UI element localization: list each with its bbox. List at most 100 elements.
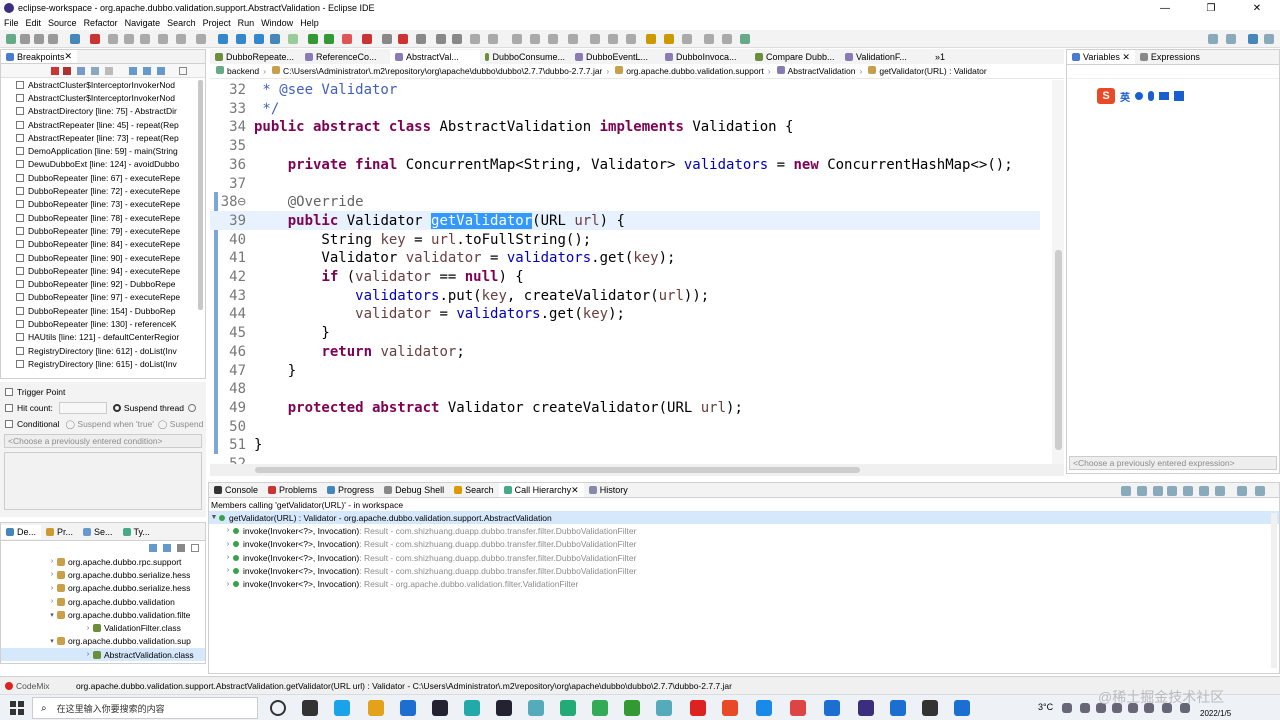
- collapse-all-icon[interactable]: [143, 67, 151, 75]
- code-line[interactable]: 44 validator = validators.get(key);: [220, 305, 1050, 324]
- toolbar-icon[interactable]: [158, 34, 168, 44]
- breakpoint-checkbox[interactable]: [16, 280, 24, 289]
- toolbar-icon[interactable]: [140, 34, 150, 44]
- code-line[interactable]: 48: [220, 380, 1050, 399]
- bottom-tab[interactable]: History: [584, 483, 633, 497]
- perspective-icon[interactable]: [1264, 34, 1274, 44]
- bottom-scrollbar[interactable]: [1271, 513, 1277, 668]
- toolbar-icon[interactable]: [236, 34, 246, 44]
- breadcrumb-item[interactable]: backend: [216, 66, 259, 76]
- breakpoint-checkbox[interactable]: [16, 253, 24, 262]
- breakpoint-checkbox[interactable]: [16, 346, 24, 355]
- toolbar-icon[interactable]: [324, 34, 334, 44]
- remove-all-icon[interactable]: [63, 67, 71, 75]
- breakpoint-item[interactable]: DubboRepeater [line: 90] - executeRepe: [1, 251, 205, 264]
- breakpoint-checkbox[interactable]: [16, 200, 24, 209]
- toolbar-icon[interactable]: [416, 34, 426, 44]
- toolbar-icon[interactable]: [436, 34, 446, 44]
- editor-tab[interactable]: DubboInvoca...: [660, 50, 750, 64]
- tab-breakpoints[interactable]: Breakpoints ✕: [1, 50, 78, 63]
- toolbar-icon[interactable]: [124, 34, 134, 44]
- taskbar-app-icon[interactable]: [270, 700, 286, 716]
- editor-hscroll-thumb[interactable]: [255, 467, 860, 473]
- taskbar-app-icon[interactable]: [464, 700, 480, 716]
- toolbar-icon[interactable]: [590, 34, 600, 44]
- toolbar-icon[interactable]: [626, 34, 636, 44]
- breakpoint-item[interactable]: DubboRepeater [line: 94] - executeRepe: [1, 264, 205, 277]
- tab-lowerleft-0[interactable]: De...: [1, 524, 42, 539]
- breakpoint-checkbox[interactable]: [16, 120, 24, 129]
- perspective-icon[interactable]: [1226, 34, 1236, 44]
- code-editor[interactable]: 32 * @see Validator 33 */34 public abstrac…: [210, 80, 1064, 464]
- breakpoint-checkbox[interactable]: [16, 107, 24, 116]
- code-line[interactable]: 35: [220, 137, 1050, 156]
- taskbar-app-icon[interactable]: [528, 700, 544, 716]
- view-menu-icon[interactable]: [191, 544, 199, 552]
- chevron-down-icon[interactable]: ▾: [47, 637, 57, 645]
- breakpoint-item[interactable]: DewuDubboExt [line: 124] - avoidDubbo: [1, 158, 205, 171]
- bottom-toolbar-icon[interactable]: [1215, 486, 1225, 496]
- minimize-button[interactable]: —: [1142, 0, 1188, 16]
- code-line[interactable]: 51}: [220, 436, 1050, 455]
- bottom-tab[interactable]: Debug Shell: [379, 483, 449, 497]
- taskbar-app-icon[interactable]: [954, 700, 970, 716]
- collapse-caret-icon[interactable]: ▼: [209, 514, 219, 521]
- chevron-right-icon[interactable]: ›: [223, 567, 233, 574]
- menu-run[interactable]: Run: [238, 18, 255, 28]
- breakpoint-item[interactable]: DubboRepeater [line: 130] - referenceK: [1, 317, 205, 330]
- toolbar-icon[interactable]: [512, 34, 522, 44]
- taskbar-app-icon[interactable]: [624, 700, 640, 716]
- editor-tab[interactable]: AbstractVal...: [390, 49, 480, 64]
- toolbar-icon[interactable]: [6, 34, 16, 44]
- code-line[interactable]: 45 }: [220, 324, 1050, 343]
- menu-edit[interactable]: Edit: [26, 18, 42, 28]
- taskbar-app-icon[interactable]: [922, 700, 938, 716]
- caller-item[interactable]: › invoke(Invoker<?>, Invocation) : Result…: [209, 564, 1279, 577]
- taskbar-app-icon[interactable]: [592, 700, 608, 716]
- class-node[interactable]: › AbstractValidation.class: [1, 648, 205, 662]
- editor-tab[interactable]: DubboConsume...: [480, 50, 570, 64]
- menu-navigate[interactable]: Navigate: [125, 18, 161, 28]
- breakpoint-checkbox[interactable]: [16, 266, 24, 275]
- breakpoint-checkbox[interactable]: [16, 359, 24, 368]
- suspend-when-true-radio[interactable]: ◯ Suspend when 'true': [66, 419, 154, 430]
- hit-count-checkbox[interactable]: [5, 403, 13, 412]
- windows-start-icon[interactable]: [10, 701, 24, 715]
- toolbar-icon[interactable]: [664, 34, 674, 44]
- bottom-tab[interactable]: Search: [449, 483, 499, 497]
- toolbar-icon[interactable]: [382, 34, 392, 44]
- chevron-right-icon[interactable]: ›: [47, 558, 57, 565]
- toolbar-icon[interactable]: [342, 34, 352, 44]
- toolbar-icon[interactable]: [646, 34, 656, 44]
- link-icon[interactable]: [157, 67, 165, 75]
- breakpoint-item[interactable]: RegistryDirectory [line: 612] - doList(I…: [1, 344, 205, 357]
- filter-icon[interactable]: [177, 544, 185, 552]
- breakpoint-item[interactable]: AbstractCluster$InterceptorInvokerNod: [1, 78, 205, 91]
- collapse-icon[interactable]: [149, 544, 157, 552]
- bottom-tab[interactable]: Call Hierarchy ✕: [498, 483, 584, 497]
- caller-item[interactable]: › invoke(Invoker<?>, Invocation) : Result…: [209, 551, 1279, 564]
- menu-file[interactable]: File: [4, 18, 19, 28]
- taskbar-app-icon[interactable]: [790, 700, 806, 716]
- toolbar-icon[interactable]: [362, 34, 372, 44]
- editor-tab[interactable]: DubboRepeate...: [210, 50, 300, 64]
- maximize-button[interactable]: ❐: [1188, 0, 1234, 16]
- tab-lowerleft-1[interactable]: Pr...: [41, 525, 78, 539]
- editor-vscrollbar[interactable]: [1052, 80, 1064, 464]
- toolbar-icon[interactable]: [218, 34, 228, 44]
- code-line[interactable]: 33 */: [220, 100, 1050, 119]
- tab-lowerleft-3[interactable]: Ty...: [118, 525, 155, 539]
- taskbar-app-icon[interactable]: [656, 700, 672, 716]
- breakpoint-checkbox[interactable]: [16, 333, 24, 342]
- bottom-toolbar-icon[interactable]: [1121, 486, 1131, 496]
- menu-project[interactable]: Project: [203, 18, 231, 28]
- breakpoint-checkbox[interactable]: [16, 213, 24, 222]
- menu-window[interactable]: Window: [261, 18, 293, 28]
- code-line[interactable]: 52: [220, 455, 1050, 464]
- menu-search[interactable]: Search: [167, 18, 196, 28]
- code-line[interactable]: 36 private final ConcurrentMap<String, V…: [220, 156, 1050, 175]
- editor-tab[interactable]: »1: [930, 50, 950, 64]
- breakpoint-item[interactable]: RegistryDirectory [line: 615] - doList(I…: [1, 357, 205, 370]
- close-icon[interactable]: ✕: [571, 485, 579, 496]
- taskbar-app-icon[interactable]: [858, 700, 874, 716]
